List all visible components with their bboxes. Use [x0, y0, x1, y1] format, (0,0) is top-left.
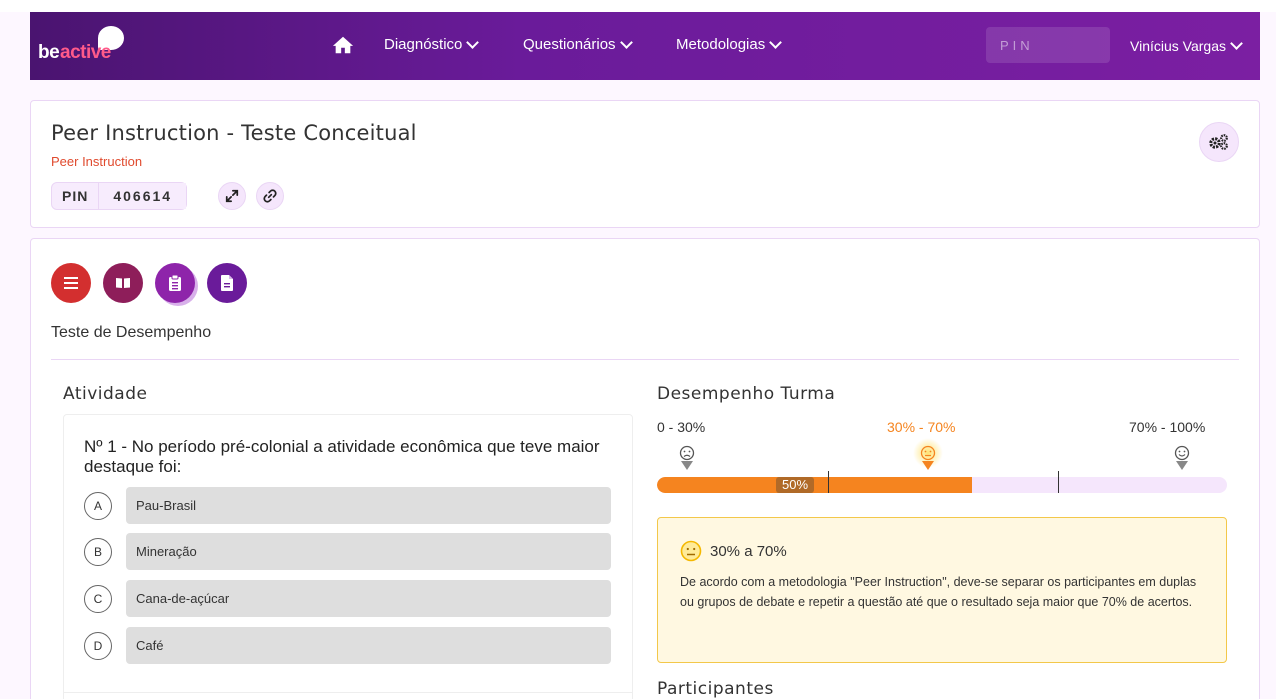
menu-button[interactable]: [51, 263, 91, 303]
sad-face-icon: [679, 445, 695, 461]
clipboard-button[interactable]: [155, 263, 195, 303]
option-a[interactable]: A Pau-Brasil: [84, 487, 611, 524]
info-header: 30% a 70%: [680, 540, 787, 562]
happy-face-icon: [1174, 445, 1190, 461]
performance-bar: [657, 477, 1227, 493]
option-d[interactable]: D Café: [84, 627, 611, 664]
performance-bar-fill: [657, 477, 972, 493]
chevron-down-icon: [1230, 37, 1243, 50]
option-letter: A: [84, 492, 112, 520]
neutral-face-icon: [920, 445, 936, 461]
option-text: Pau-Brasil: [126, 487, 611, 524]
nav-questionarios-label: Questionários: [523, 36, 616, 53]
option-letter: C: [84, 585, 112, 613]
expand-icon: [225, 189, 239, 203]
methodology-info-box: 30% a 70% De acordo com a metodologia "P…: [657, 517, 1227, 663]
range-label-low: 0 - 30%: [657, 419, 706, 435]
pin-badge: PIN 406614: [51, 182, 188, 210]
logo-active: active: [60, 42, 111, 63]
range-label-high: 70% - 100%: [1129, 419, 1206, 435]
pin-badge-value: 406614: [99, 183, 187, 209]
option-letter: D: [84, 632, 112, 660]
neutral-face-icon: [680, 540, 702, 562]
book-button[interactable]: [103, 263, 143, 303]
user-name: Vinícius Vargas: [1130, 38, 1226, 54]
option-text: Cana-de-açúcar: [126, 580, 611, 617]
link-icon: [263, 189, 277, 203]
menu-icon: [64, 277, 78, 289]
option-text: Café: [126, 627, 611, 664]
user-menu[interactable]: Vinícius Vargas: [1130, 37, 1243, 54]
nav-questionarios[interactable]: Questionários: [523, 35, 633, 53]
option-c[interactable]: C Cana-de-açúcar: [84, 580, 611, 617]
nav-metodologias-label: Metodologias: [676, 36, 766, 53]
option-text: Mineração: [126, 533, 611, 570]
clipboard-icon: [169, 275, 181, 291]
info-text: De acordo com a metodologia "Peer Instru…: [680, 575, 1197, 609]
file-icon: [221, 275, 233, 291]
book-icon: [116, 278, 130, 288]
option-letter: B: [84, 538, 112, 566]
beactive-logo[interactable]: be active: [38, 26, 128, 66]
nav-diagnostico-label: Diagnóstico: [384, 36, 463, 53]
page-subtitle: Peer Instruction: [51, 154, 143, 169]
pin-badge-label: PIN: [52, 183, 100, 209]
bar-tick-30: [828, 471, 829, 493]
file-button[interactable]: [207, 263, 247, 303]
participants-title: Participantes: [657, 679, 774, 699]
home-icon[interactable]: [332, 34, 354, 56]
top-strip: [0, 0, 1276, 12]
activity-title: Atividade: [63, 384, 148, 404]
activity-box: Nº 1 - No período pré-colonial a ativida…: [63, 414, 633, 699]
option-b[interactable]: B Mineração: [84, 533, 611, 570]
main-card: Teste de Desempenho Atividade Nº 1 - No …: [30, 238, 1260, 699]
info-title: 30% a 70%: [710, 542, 787, 560]
marker-high: [1176, 461, 1188, 470]
navbar: be active Diagnóstico Questionários Meto…: [30, 12, 1260, 80]
range-label-mid: 30% - 70%: [887, 419, 956, 435]
activity-header-card: Peer Instruction - Teste Conceitual Peer…: [30, 100, 1260, 228]
chevron-down-icon: [619, 35, 633, 49]
settings-button[interactable]: [1199, 122, 1239, 162]
question-text: Nº 1 - No período pré-colonial a ativida…: [84, 437, 600, 476]
marker-low: [681, 461, 693, 470]
performance-title: Desempenho Turma: [657, 384, 836, 404]
nav-diagnostico[interactable]: Diagnóstico: [384, 35, 480, 53]
logo-be: be: [38, 42, 60, 63]
pin-input[interactable]: [986, 27, 1110, 63]
cogs-icon: [1209, 134, 1228, 150]
bar-tick-70: [1058, 471, 1059, 493]
performance-percent: 50%: [776, 477, 815, 493]
expand-button[interactable]: [218, 182, 246, 210]
link-button[interactable]: [256, 182, 284, 210]
marker-mid: [922, 461, 934, 470]
nav-metodologias[interactable]: Metodologias: [676, 35, 783, 53]
chevron-down-icon: [769, 35, 783, 49]
divider: [51, 359, 1239, 360]
page-title: Peer Instruction - Teste Conceitual: [51, 121, 417, 145]
activity-divider: [64, 692, 632, 693]
chevron-down-icon: [466, 35, 480, 49]
section-label: Teste de Desempenho: [51, 324, 212, 341]
